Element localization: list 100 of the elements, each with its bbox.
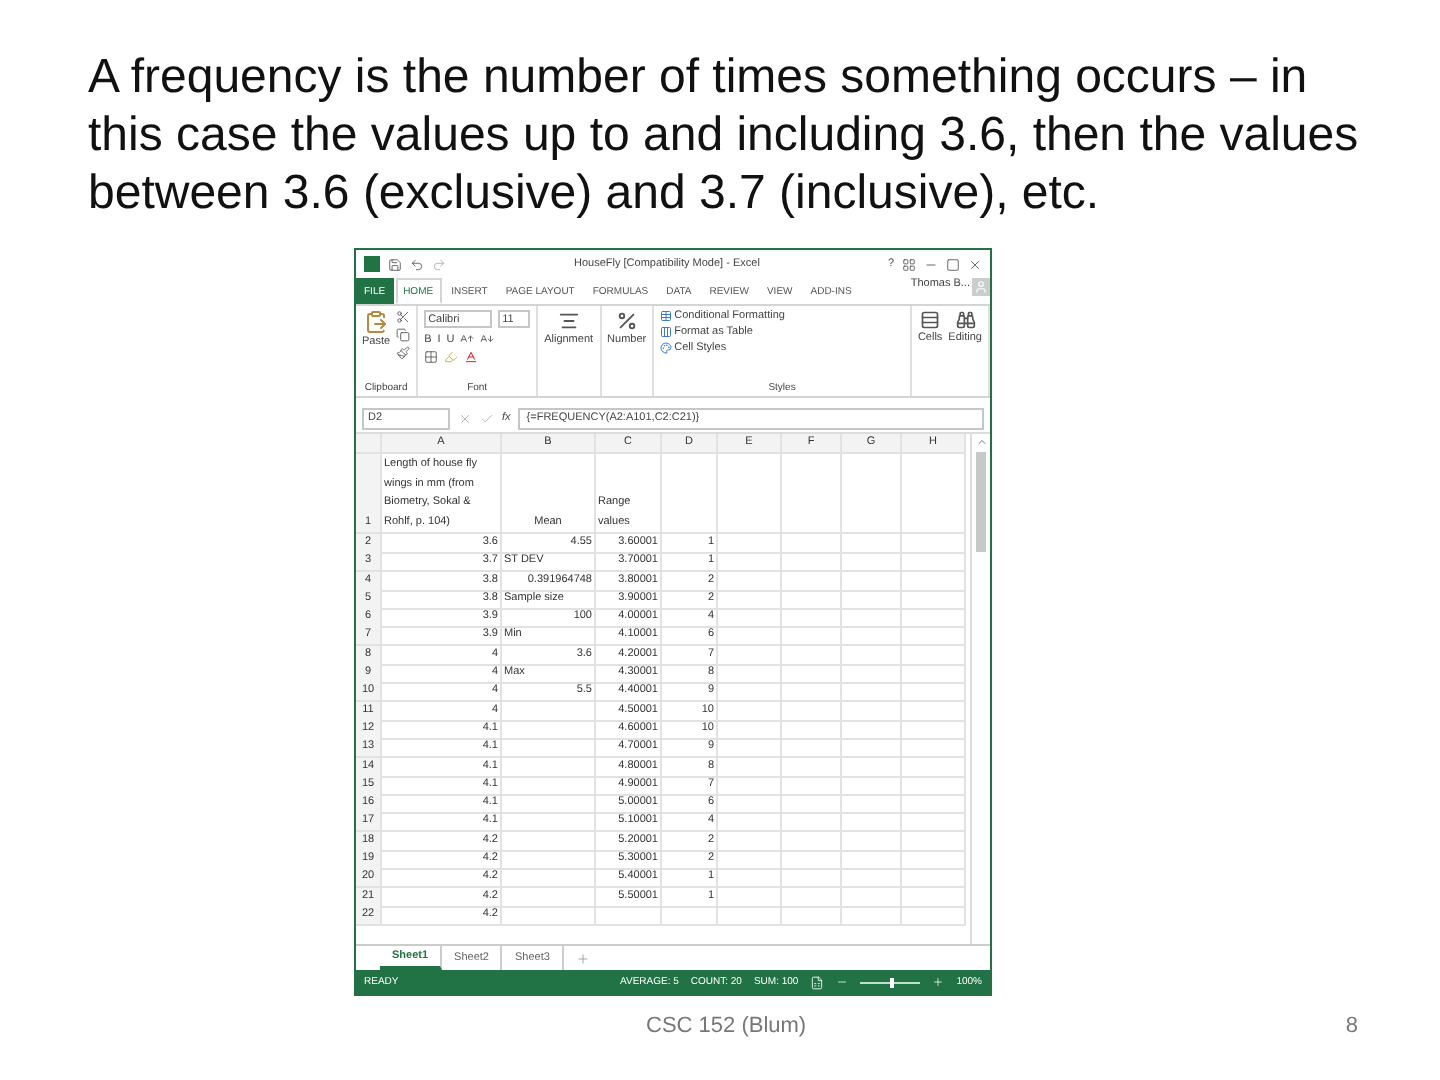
- empty-cell: [842, 608, 902, 629]
- scroll-thumb[interactable]: [976, 452, 986, 552]
- empty-cell: [782, 812, 842, 833]
- empty-cell: [842, 887, 902, 908]
- empty-cell: [718, 868, 782, 889]
- empty-cell: [502, 868, 596, 889]
- font-shrink-icon[interactable]: [480, 332, 495, 346]
- empty-cell: [782, 664, 842, 685]
- empty-cell: [842, 719, 902, 740]
- empty-cell: [718, 701, 782, 722]
- empty-cell: [902, 589, 966, 610]
- enter-icon[interactable]: [480, 411, 494, 425]
- empty-cell: [902, 701, 966, 722]
- empty-cell: [502, 887, 596, 908]
- empty-cell: [718, 738, 782, 759]
- empty-cell: [718, 534, 782, 554]
- empty-cell: [902, 552, 966, 573]
- empty-cell: [782, 757, 842, 778]
- empty-cell: [842, 626, 902, 647]
- empty-cell: [782, 645, 842, 666]
- empty-cell: [718, 664, 782, 685]
- cancel-icon[interactable]: [458, 411, 472, 425]
- empty-cell: [596, 905, 662, 926]
- slide-heading: A frequency is the number of times something occurs – in this case the values up to and including 3.6, then the values between 3.6 (exclusive) and 3.7 (inclusive), etc.: [88, 48, 1361, 222]
- undo-icon[interactable]: [410, 257, 424, 271]
- scrollbar[interactable]: [970, 434, 990, 944]
- scissors-icon[interactable]: [396, 310, 411, 324]
- empty-cell: [842, 775, 902, 796]
- empty-cell: [842, 701, 902, 722]
- empty-cell: [782, 626, 842, 647]
- empty-cell: [782, 701, 842, 722]
- redo-icon[interactable]: [432, 257, 446, 271]
- empty-cell: [842, 812, 902, 833]
- empty-cell: [902, 850, 966, 871]
- empty-cell: [902, 812, 966, 833]
- empty-cell: [782, 552, 842, 573]
- empty-cell: [902, 645, 966, 666]
- zoom-in-icon[interactable]: [932, 976, 945, 988]
- empty-cell: [718, 831, 782, 852]
- empty-cell: [718, 794, 782, 815]
- empty-cell: [902, 757, 966, 778]
- empty-cell: [842, 794, 902, 815]
- empty-cell: [842, 571, 902, 592]
- empty-cell: [718, 682, 782, 703]
- empty-cell: [842, 850, 902, 871]
- empty-cell: [718, 626, 782, 647]
- paintbrush-icon[interactable]: [396, 346, 411, 360]
- table-icon: [660, 310, 673, 322]
- binoculars-icon: [955, 310, 976, 330]
- empty-cell: [842, 868, 902, 889]
- normal-view-icon[interactable]: [810, 975, 825, 989]
- page-number: 8: [1345, 1014, 1358, 1038]
- empty-cell: [782, 905, 842, 926]
- empty-cell: [502, 701, 596, 722]
- empty-cell: [782, 608, 842, 629]
- zoom-out-icon[interactable]: [836, 976, 849, 988]
- font-color-icon[interactable]: [464, 350, 479, 364]
- clipboard-icon: [364, 310, 389, 334]
- empty-cell: [842, 905, 902, 926]
- empty-cell: [718, 775, 782, 796]
- copy-icon[interactable]: [396, 328, 411, 342]
- empty-cell: [782, 571, 842, 592]
- empty-cell: [842, 831, 902, 852]
- empty-cell: [782, 775, 842, 796]
- save-icon[interactable]: [388, 257, 402, 271]
- palette-icon: [660, 342, 673, 354]
- empty-cell: [782, 887, 842, 908]
- empty-cell: [902, 626, 966, 647]
- empty-cell: [902, 868, 966, 889]
- empty-cell: [842, 534, 902, 554]
- percent-icon: [615, 310, 638, 332]
- empty-cell: [842, 664, 902, 685]
- empty-cell: [842, 589, 902, 610]
- empty-cell: [502, 850, 596, 871]
- empty-cell: [902, 738, 966, 759]
- empty-cell: [718, 589, 782, 610]
- empty-cell: [902, 905, 966, 926]
- empty-cell: [902, 831, 966, 852]
- empty-cell: [502, 905, 596, 926]
- borders-icon[interactable]: [424, 350, 439, 364]
- empty-cell: [502, 812, 596, 833]
- slide-footer: CSC 152 (Blum): [646, 1014, 807, 1038]
- empty-cell: [782, 868, 842, 889]
- empty-cell: [902, 775, 966, 796]
- empty-cell: [718, 757, 782, 778]
- empty-cell: [502, 757, 596, 778]
- empty-cell: [842, 682, 902, 703]
- empty-cell: [842, 645, 902, 666]
- empty-cell: [502, 719, 596, 740]
- empty-cell: [502, 775, 596, 796]
- close-icon[interactable]: [968, 257, 982, 271]
- font-grow-icon[interactable]: [460, 332, 475, 346]
- scroll-up-icon[interactable]: [975, 436, 987, 448]
- maximize-icon[interactable]: [946, 257, 960, 271]
- empty-cell: [782, 738, 842, 759]
- ribbon-options-icon[interactable]: [902, 257, 916, 271]
- empty-cell: [902, 664, 966, 685]
- empty-cell: [842, 738, 902, 759]
- empty-cell: [718, 850, 782, 871]
- empty-cell: [718, 571, 782, 592]
